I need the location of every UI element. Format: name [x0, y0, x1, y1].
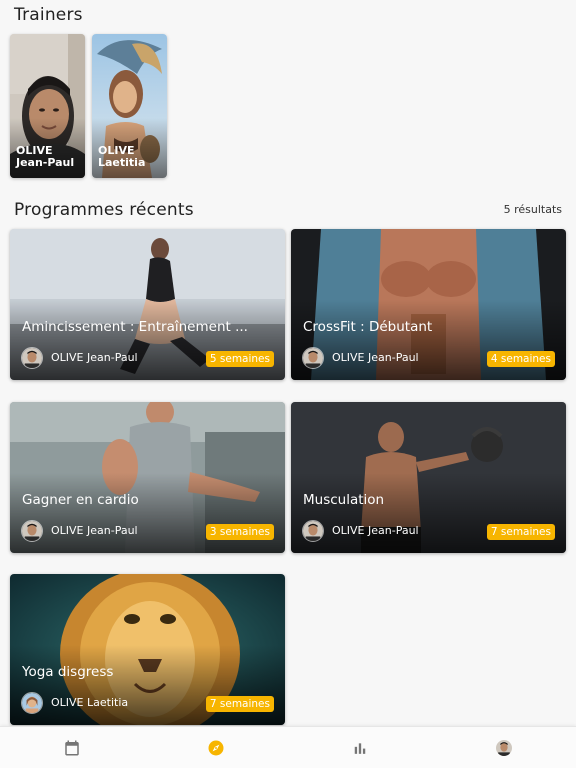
profile-avatar: [496, 740, 512, 756]
programme-title: Gagner en cardio: [22, 492, 139, 508]
bottom-navigation: [0, 726, 576, 768]
programme-card[interactable]: Musculation OLIVE Jean-Paul 7 semaines: [291, 402, 566, 553]
nav-explore[interactable]: [144, 727, 288, 768]
compass-icon: [208, 740, 224, 756]
programme-trainer-name: OLIVE Jean-Paul: [51, 351, 138, 364]
trainer-avatar: [302, 520, 324, 542]
programme-trainer-name: OLIVE Laetitia: [51, 696, 129, 709]
duration-badge: 3 semaines: [205, 524, 274, 540]
programme-title: CrossFit : Débutant: [303, 319, 433, 335]
programmes-section-title: Programmes récents: [14, 200, 194, 220]
calendar-icon: [65, 740, 79, 756]
trainer-avatar: [21, 520, 43, 542]
duration-badge: 7 semaines: [486, 524, 555, 540]
programme-title: Amincissement : Entraînement ...: [22, 319, 248, 335]
programme-trainer-name: OLIVE Jean-Paul: [332, 524, 419, 537]
nav-calendar[interactable]: [0, 727, 144, 768]
trainer-name: OLIVE Laetitia: [98, 145, 145, 169]
nav-stats[interactable]: [288, 727, 432, 768]
trainer-card-laetitia[interactable]: OLIVE Laetitia: [92, 34, 167, 178]
programme-card[interactable]: CrossFit : Débutant OLIVE Jean-Paul 4 se…: [291, 229, 566, 380]
trainer-avatar: [21, 347, 43, 369]
duration-badge: 4 semaines: [486, 351, 555, 367]
programme-title: Yoga disgress: [22, 664, 114, 680]
trainer-card-jean-paul[interactable]: OLIVE Jean-Paul: [10, 34, 85, 178]
trainers-section-title: Trainers: [14, 5, 83, 25]
results-count: 5 résultats: [503, 203, 562, 216]
trainer-first-name: Laetitia: [98, 156, 146, 169]
programme-card[interactable]: Amincissement : Entraînement ... OLIVE J…: [10, 229, 285, 380]
nav-profile[interactable]: [432, 727, 576, 768]
bar-chart-icon: [354, 743, 366, 754]
duration-badge: 5 semaines: [205, 351, 274, 367]
programme-trainer-name: OLIVE Jean-Paul: [332, 351, 419, 364]
programme-card[interactable]: Yoga disgress OLIVE Laetitia 7 semaines: [10, 574, 285, 725]
trainer-first-name: Jean-Paul: [16, 156, 75, 169]
programme-trainer-name: OLIVE Jean-Paul: [51, 524, 138, 537]
programme-title: Musculation: [303, 492, 385, 508]
duration-badge: 7 semaines: [205, 696, 274, 712]
trainer-name: OLIVE Jean-Paul: [16, 145, 74, 169]
trainer-avatar: [21, 692, 43, 714]
trainer-avatar: [302, 347, 324, 369]
programme-card[interactable]: Gagner en cardio OLIVE Jean-Paul 3 semai…: [10, 402, 285, 553]
